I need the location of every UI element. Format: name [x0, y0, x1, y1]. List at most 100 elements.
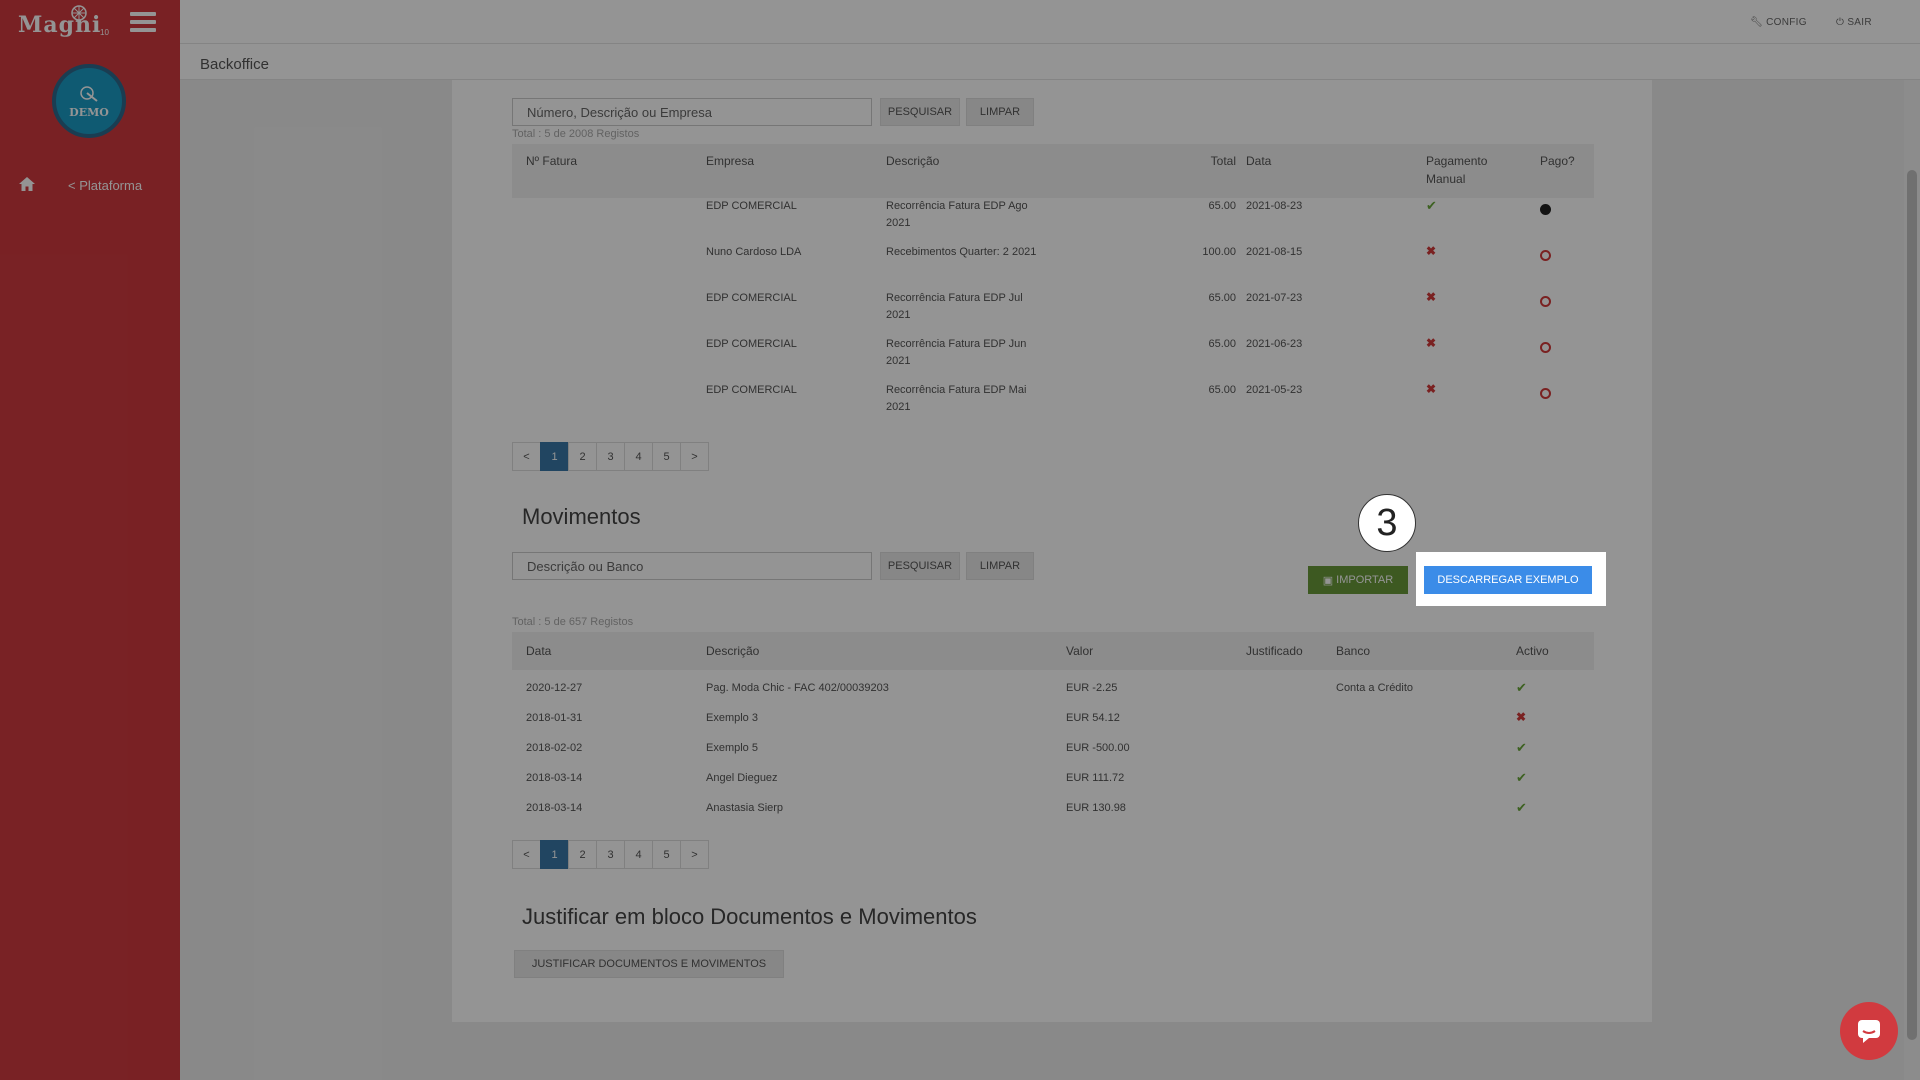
movimentos-clear-button[interactable]: LIMPAR [966, 552, 1034, 580]
page-next-button[interactable]: > [680, 442, 709, 471]
unpaid-dot-icon[interactable] [1540, 342, 1551, 353]
cross-icon[interactable]: ✖ [1426, 244, 1436, 258]
col-header[interactable]: Valor [1066, 642, 1093, 660]
import-button[interactable]: ▣ IMPORTAR [1308, 566, 1408, 594]
check-icon[interactable]: ✔ [1516, 680, 1527, 696]
cell-data: 2021-07-23 [1246, 292, 1303, 304]
cell-total: 65.00 [1208, 338, 1236, 350]
cell-empresa: EDP COMERCIAL [706, 292, 797, 304]
col-header[interactable]: Activo [1516, 642, 1549, 660]
cell-data: 2020-12-27 [526, 682, 583, 694]
breadcrumb-bar: Backoffice [180, 44, 1920, 80]
cell-valor: EUR 54.12 [1066, 712, 1120, 724]
page-button[interactable]: 1 [540, 840, 569, 869]
check-icon[interactable]: ✔ [1516, 740, 1527, 756]
page-button[interactable]: 4 [624, 840, 653, 869]
faturas-table-header: Nº Fatura Empresa Descrição Total Data P… [512, 144, 1594, 198]
logout-link[interactable]: ⏻ SAIR [1836, 17, 1872, 28]
hamburger-icon-line [130, 28, 156, 32]
cell-data: 2018-02-02 [526, 742, 583, 754]
cell-descricao: Recorrência Fatura EDP Jul 2021 [886, 292, 1023, 321]
cell-total: 100.00 [1202, 246, 1236, 258]
page-button[interactable]: 1 [540, 442, 569, 471]
bloco-title: Justificar em bloco Documentos e Movimen… [522, 904, 977, 929]
cell-valor: EUR 111.72 [1066, 772, 1125, 784]
justificar-button[interactable]: JUSTIFICAR DOCUMENTOS E MOVIMENTOS [514, 950, 784, 978]
cell-total: 65.00 [1208, 200, 1236, 212]
sidebar-item-plataforma[interactable]: < Plataforma [68, 178, 142, 193]
page-button[interactable]: 5 [652, 840, 681, 869]
config-link[interactable]: 🔧︎ CONFIG [1750, 17, 1807, 28]
page-prev-button[interactable]: < [512, 840, 541, 869]
cell-descricao: Anastasia Sierp [706, 802, 784, 814]
menu-toggle-button[interactable] [130, 12, 156, 34]
check-icon[interactable]: ✔ [1516, 770, 1527, 786]
cell-valor: EUR -500.00 [1066, 742, 1130, 754]
top-bar: 🔧︎ CONFIG ⏻ SAIR [180, 0, 1920, 44]
cross-icon[interactable]: ✖ [1516, 710, 1526, 724]
faturas-pagination: < 1 2 3 4 5 > [512, 442, 709, 471]
cell-valor: EUR 130.98 [1066, 802, 1126, 814]
col-header[interactable]: Total [1192, 152, 1236, 170]
movimentos-search-input[interactable]: Descrição ou Banco [512, 552, 872, 580]
sair-label: SAIR [1847, 17, 1872, 28]
cell-banco: Conta a Crédito [1336, 682, 1414, 694]
import-label: IMPORTAR [1336, 574, 1394, 586]
col-header[interactable]: Nº Fatura [526, 152, 577, 170]
col-header[interactable]: Justificado [1246, 642, 1303, 660]
page-button[interactable]: 3 [596, 840, 625, 869]
cell-descricao: Recorrência Fatura EDP Mai 2021 [886, 384, 1027, 413]
cell-empresa: EDP COMERCIAL [706, 338, 797, 350]
hamburger-icon-line [130, 20, 156, 24]
cross-icon[interactable]: ✖ [1426, 382, 1436, 396]
col-header[interactable]: Data [1246, 152, 1271, 170]
faturas-total: Total : 5 de 2008 Registos [512, 128, 640, 140]
cell-descricao: Exemplo 3 [706, 712, 758, 724]
chat-button[interactable] [1840, 1002, 1898, 1060]
col-header[interactable]: Pago? [1540, 152, 1575, 170]
cell-descricao: Recebimentos Quarter: 2 2021 [886, 246, 1037, 258]
unpaid-dot-icon[interactable] [1540, 388, 1551, 399]
cell-total: 65.00 [1208, 292, 1236, 304]
faturas-clear-button[interactable]: LIMPAR [966, 98, 1034, 126]
download-example-button[interactable]: DESCARREGAR EXEMPLO [1424, 566, 1592, 594]
page-button[interactable]: 4 [624, 442, 653, 471]
faturas-search-button[interactable]: PESQUISAR [880, 98, 960, 126]
movimentos-search-button[interactable]: PESQUISAR [880, 552, 960, 580]
avatar-label: DEMO [69, 105, 109, 119]
scrollbar[interactable] [1904, 80, 1920, 1080]
cross-icon[interactable]: ✖ [1426, 336, 1436, 350]
cell-descricao: Angel Dieguez [706, 772, 778, 784]
cell-descricao: Exemplo 5 [706, 742, 758, 754]
col-header[interactable]: Data [526, 642, 551, 660]
col-header[interactable]: Descrição [886, 152, 939, 170]
col-header[interactable]: Empresa [706, 152, 754, 170]
page-prev-button[interactable]: < [512, 442, 541, 471]
faturas-search-input[interactable]: Número, Descrição ou Empresa [512, 98, 872, 126]
page-button[interactable]: 5 [652, 442, 681, 471]
page-button[interactable]: 2 [568, 840, 597, 869]
cell-descricao: Recorrência Fatura EDP Jun 2021 [886, 338, 1027, 367]
cross-icon[interactable]: ✖ [1426, 290, 1436, 304]
main-panel: Número, Descrição ou Empresa PESQUISAR L… [452, 80, 1652, 1022]
check-icon[interactable]: ✔ [1426, 198, 1437, 214]
cell-descricao: Pag. Moda Chic - FAC 402/00039203 [706, 682, 889, 694]
page-button[interactable]: 2 [568, 442, 597, 471]
excel-icon: ▣ [1322, 574, 1334, 587]
logo-flower-icon [71, 5, 87, 26]
unpaid-dot-icon[interactable] [1540, 296, 1551, 307]
page-next-button[interactable]: > [680, 840, 709, 869]
cell-data: 2018-03-14 [526, 772, 583, 784]
paid-dot-icon[interactable] [1540, 204, 1551, 215]
cell-descricao: Recorrência Fatura EDP Ago 2021 [886, 200, 1028, 229]
col-header[interactable]: Banco [1336, 642, 1370, 660]
avatar[interactable]: DEMO [52, 64, 126, 138]
col-header[interactable]: Descrição [706, 642, 759, 660]
check-icon[interactable]: ✔ [1516, 800, 1527, 816]
cell-data: 2021-08-15 [1246, 246, 1303, 258]
unpaid-dot-icon[interactable] [1540, 250, 1551, 261]
col-header[interactable]: Pagamento Manual [1426, 152, 1496, 188]
home-icon[interactable] [18, 176, 36, 192]
page-button[interactable]: 3 [596, 442, 625, 471]
scrollbar-thumb[interactable] [1907, 170, 1917, 1040]
